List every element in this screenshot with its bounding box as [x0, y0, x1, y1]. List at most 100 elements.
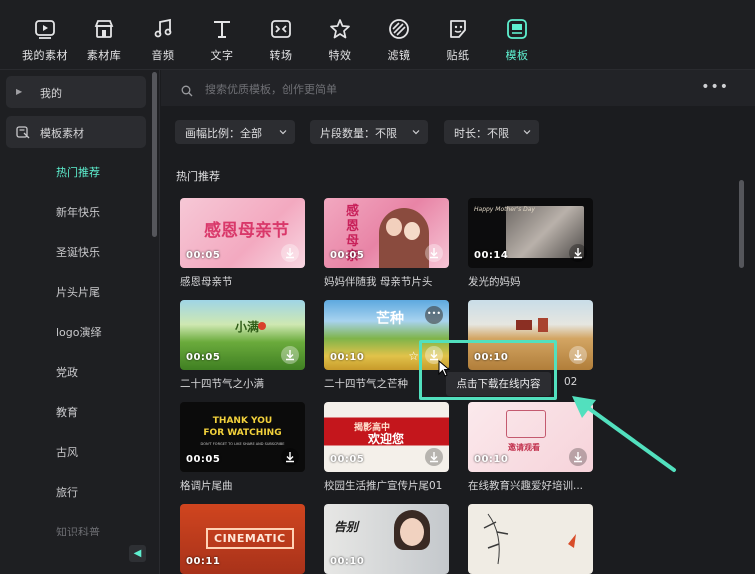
toolbar-label: 贴纸 — [446, 49, 470, 62]
my-media-icon — [34, 18, 56, 40]
sidebar-item-party[interactable]: 党政 — [56, 364, 78, 380]
template-card[interactable]: Happy Mother's Day 00:14 发光的妈妈 — [468, 198, 593, 289]
clip-count-filter[interactable]: 片段数量：不限 — [310, 120, 428, 144]
thumbnail-text: FOR WATCHING — [203, 428, 282, 438]
sidebar-scrollbar[interactable] — [152, 72, 157, 237]
sidebar-item-intro-outro[interactable]: 片头片尾 — [56, 284, 100, 300]
toolbar-filter[interactable]: 滤镜 — [369, 18, 429, 63]
toolbar-transition[interactable]: 转场 — [251, 18, 311, 63]
thumbnail-text: 感恩母亲节 — [204, 221, 289, 241]
sidebar-item-ancient[interactable]: 古风 — [56, 444, 78, 460]
download-icon[interactable] — [569, 244, 587, 262]
duration-badge: 00:05 — [330, 250, 365, 261]
duration-badge: 00:11 — [186, 556, 221, 567]
search-input[interactable] — [205, 80, 585, 98]
duration-badge: 00:10 — [330, 556, 365, 567]
house-illustration — [516, 320, 532, 330]
toolbar-sticker[interactable]: 贴纸 — [428, 18, 488, 63]
caret-right-icon: ▶ — [16, 87, 23, 96]
search-bar: ••• — [161, 70, 755, 106]
template-card[interactable]: 芒种 ••• 00:10 ☆ 二十四节气之芒种 — [324, 300, 449, 391]
sidebar-item-christmas[interactable]: 圣诞快乐 — [56, 244, 100, 260]
template-card[interactable]: 感恩母亲节 00:05 感恩母亲节 — [180, 198, 305, 289]
template-title: 发光的妈妈 — [468, 276, 521, 288]
sidebar-group-mine[interactable]: ▶ 我的 — [6, 76, 146, 108]
sidebar-item-new-year[interactable]: 新年快乐 — [56, 204, 100, 220]
toolbar-label: 滤镜 — [387, 49, 411, 62]
template-thumbnail[interactable]: 00:10 — [468, 300, 593, 370]
template-thumbnail[interactable]: 揭影高中 欢迎您 00:05 — [324, 402, 449, 472]
template-title: 二十四节气之芒种 — [324, 378, 408, 390]
toolbar-label: 文字 — [210, 49, 234, 62]
aspect-ratio-filter[interactable]: 画幅比例：全部 — [175, 120, 295, 144]
duration-badge: 00:05 — [186, 250, 221, 261]
sidebar-group-templates[interactable]: 模板素材 — [6, 116, 146, 148]
template-card[interactable]: CINEMATIC 00:11 — [180, 504, 305, 574]
chevron-down-icon — [412, 126, 420, 135]
template-panel: ••• 画幅比例：全部 片段数量：不限 时长：不限 热门推荐 感恩母亲节 00:… — [161, 70, 755, 574]
section-title: 热门推荐 — [176, 170, 220, 183]
mother-illustration — [379, 208, 429, 268]
more-options-icon[interactable]: ••• — [701, 79, 729, 95]
template-thumbnail[interactable]: 芒种 ••• 00:10 ☆ — [324, 300, 449, 370]
download-icon[interactable] — [425, 448, 443, 466]
template-icon — [506, 18, 528, 40]
sidebar-group-label: 模板素材 — [40, 127, 84, 140]
toolbar-effects[interactable]: 特效 — [310, 18, 370, 63]
template-thumbnail[interactable] — [468, 504, 593, 574]
filter-label: 片段数量：不限 — [320, 127, 397, 140]
download-icon[interactable] — [281, 448, 299, 466]
more-icon[interactable]: ••• — [425, 306, 443, 324]
duration-badge: 00:10 — [474, 454, 509, 465]
download-icon[interactable] — [281, 346, 299, 364]
sidebar-item-education[interactable]: 教育 — [56, 404, 78, 420]
template-card[interactable]: 揭影高中 欢迎您 00:05 校园生活推广宣传片尾01 — [324, 402, 449, 493]
audio-icon — [152, 18, 174, 40]
template-thumbnail[interactable]: Happy Mother's Day 00:14 — [468, 198, 593, 268]
toolbar-my-media[interactable]: 我的素材 — [15, 18, 75, 63]
thumbnail-text: 欢迎您 — [368, 432, 405, 446]
template-title: 校园生活推广宣传片尾01 — [324, 480, 443, 492]
template-title: 妈妈伴随我 母亲节片头 — [324, 276, 433, 288]
template-card[interactable] — [468, 504, 593, 574]
filter-label: 画幅比例：全部 — [185, 127, 262, 140]
template-card[interactable]: 感恩母亲 00:05 妈妈伴随我 母亲节片头 — [324, 198, 449, 289]
template-title: 感恩母亲节 — [180, 276, 233, 288]
template-card[interactable]: 小满 00:05 二十四节气之小满 — [180, 300, 305, 391]
content-scrollbar[interactable] — [739, 180, 744, 268]
toolbar-label: 特效 — [328, 49, 352, 62]
template-card[interactable]: 告别 00:10 — [324, 504, 449, 574]
toolbar-audio[interactable]: 音频 — [133, 18, 193, 63]
template-thumbnail[interactable]: CINEMATIC 00:11 — [180, 504, 305, 574]
sidebar-item-travel[interactable]: 旅行 — [56, 484, 78, 500]
template-thumbnail[interactable]: 告别 00:10 — [324, 504, 449, 574]
mouse-cursor-icon — [438, 360, 450, 377]
toolbar-template[interactable]: 模板 — [487, 18, 547, 63]
template-thumbnail[interactable]: 小满 00:05 — [180, 300, 305, 370]
sidebar-item-logo[interactable]: logo演绎 — [56, 324, 102, 340]
toolbar-text[interactable]: 文字 — [192, 18, 252, 63]
template-thumbnail[interactable]: THANK YOU FOR WATCHING DON'T FORGET TO L… — [180, 402, 305, 472]
download-icon[interactable] — [569, 346, 587, 364]
template-title: 格调片尾曲 — [180, 480, 233, 492]
filter-icon — [388, 18, 410, 40]
template-thumbnail[interactable]: 感恩母亲 00:05 — [324, 198, 449, 268]
download-icon[interactable] — [281, 244, 299, 262]
template-folder-icon — [16, 125, 30, 139]
annotation-arrow-icon — [572, 396, 676, 472]
sidebar-item-hot[interactable]: 热门推荐 — [56, 164, 100, 180]
favorite-star-icon[interactable]: ☆ — [408, 349, 419, 363]
toolbar-label: 模板 — [505, 49, 529, 62]
stock-library-icon — [93, 18, 115, 40]
template-title: 在线教育兴趣爱好培训... — [468, 480, 584, 492]
collapse-sidebar-button[interactable]: ◀ — [129, 545, 146, 562]
toolbar-stock-library[interactable]: 素材库 — [74, 18, 134, 63]
sidebar-item-science[interactable]: 知识科普 — [56, 524, 100, 536]
chevron-down-icon — [523, 126, 531, 135]
thumbnail-text: 小满 — [235, 320, 260, 334]
template-thumbnail[interactable]: 感恩母亲节 00:05 — [180, 198, 305, 268]
duration-filter[interactable]: 时长：不限 — [444, 120, 539, 144]
template-card[interactable]: THANK YOU FOR WATCHING DON'T FORGET TO L… — [180, 402, 305, 493]
download-icon[interactable] — [425, 244, 443, 262]
thumbnail-text: DON'T FORGET TO LIKE SHARE AND SUBSCRIBE — [200, 442, 285, 446]
